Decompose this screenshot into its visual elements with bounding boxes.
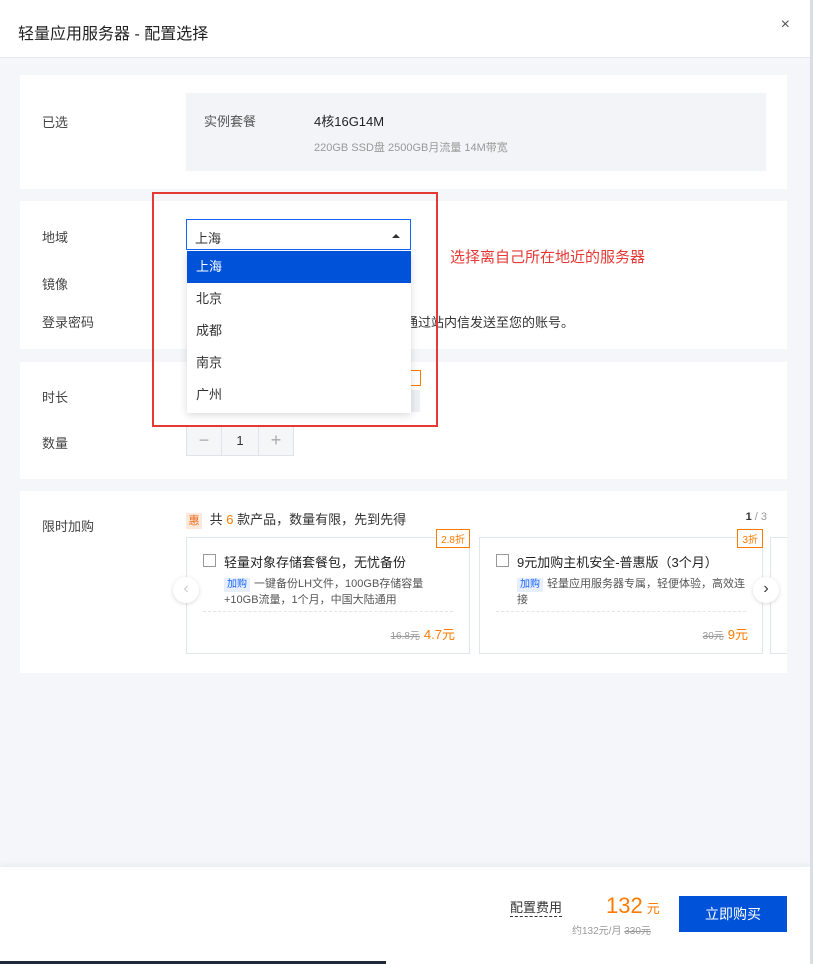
fee-amount: 132 元	[606, 893, 660, 919]
addon-price: 30元 9元	[703, 624, 748, 643]
footer-bar: 配置费用 132 元 约132元/月 330元 立即购买	[0, 867, 810, 964]
password-hint: 后通过站内信发送至您的账号。	[392, 315, 575, 330]
fee-monthly-text: 约132元/月	[572, 926, 622, 937]
selected-label: 已选	[42, 115, 69, 130]
duration-tab-edge	[410, 390, 420, 412]
region-option-nanjing[interactable]: 南京	[187, 347, 411, 379]
addon-new-price: 9元	[727, 627, 748, 642]
selected-key: 实例套餐	[204, 114, 257, 129]
password-label: 登录密码	[42, 315, 95, 330]
selected-detail: 220GB SSD盘 2500GB月流量 14M带宽	[314, 142, 508, 154]
promo-suffix: 款产品，数量有限，先到先得	[237, 512, 407, 527]
promo-tag: 惠	[186, 513, 202, 529]
fee-amount-value: 132	[606, 893, 643, 918]
addon-label: 限时加购	[42, 519, 95, 534]
region-select[interactable]: 上海	[186, 219, 411, 250]
addon-checkbox[interactable]	[496, 554, 509, 567]
addon-old-price: 30元	[702, 631, 724, 642]
discount-badge: 2.8折	[436, 529, 470, 548]
card-divider	[203, 611, 453, 612]
region-option-shanghai[interactable]: 上海	[187, 251, 411, 283]
selected-section: 已选 实例套餐 4核16G14M 220GB SSD盘 2500GB月流量 14…	[20, 75, 787, 189]
close-icon[interactable]: ×	[781, 16, 790, 34]
addon-price: 16.8元 4.7元	[390, 624, 455, 643]
addon-card[interactable]: 2.8折 轻量对象存储套餐包，无忧备份 加购 一键备份LH文件，100GB存储容量…	[186, 529, 470, 654]
promo-count: 6	[226, 512, 234, 527]
selected-value: 4核16G14M	[314, 114, 385, 129]
quantity-minus-button[interactable]: −	[187, 426, 222, 455]
addon-new-price: 4.7元	[423, 627, 455, 642]
addon-old-price: 16.8元	[390, 631, 420, 642]
addon-section: 限时加购 惠 共 6 款产品，数量有限，先到先得 1 / 3 2.8折 轻量对象…	[20, 491, 787, 673]
pager-total: 3	[760, 511, 767, 523]
quantity-label: 数量	[42, 436, 69, 451]
addon-desc-text: 一键备份LH文件，100GB存储容量+10GB流量，1个月，中国大陆通用	[224, 578, 424, 606]
caret-up-icon	[392, 234, 400, 238]
selected-summary: 实例套餐 4核16G14M 220GB SSD盘 2500GB月流量 14M带宽	[186, 93, 766, 171]
quantity-value[interactable]: 1	[222, 426, 258, 455]
fee-label[interactable]: 配置费用	[510, 900, 563, 917]
buy-now-button[interactable]: 立即购买	[679, 896, 787, 932]
image-label: 镜像	[42, 277, 69, 292]
region-option-chengdu[interactable]: 成都	[187, 315, 411, 347]
promo-prefix: 共	[209, 512, 223, 527]
region-dropdown: 上海 北京 成都 南京 广州	[187, 251, 411, 413]
card-divider	[496, 611, 746, 612]
dialog-header: 轻量应用服务器 - 配置选择 ×	[0, 0, 810, 58]
fee-old-price: 330元	[624, 926, 651, 937]
region-option-guangzhou[interactable]: 广州	[187, 379, 411, 411]
quantity-stepper: − 1 +	[186, 425, 294, 456]
annotation-text: 选择离自己所在地近的服务器	[450, 249, 646, 266]
duration-label: 时长	[42, 390, 69, 405]
addon-pager: 1 / 3	[746, 511, 767, 523]
pager-sep: /	[751, 511, 761, 523]
addon-badge: 加购	[224, 578, 250, 592]
chevron-right-icon[interactable]: ›	[753, 577, 779, 603]
addon-promo: 惠 共 6 款产品，数量有限，先到先得	[186, 509, 406, 529]
addon-checkbox[interactable]	[203, 554, 216, 567]
region-option-beijing[interactable]: 北京	[187, 283, 411, 315]
addon-name: 轻量对象存储套餐包，无忧备份	[224, 555, 407, 570]
addon-badge: 加购	[517, 578, 543, 592]
dialog-title: 轻量应用服务器 - 配置选择	[18, 26, 209, 43]
addon-name: 9元加购主机安全-普惠版（3个月）	[517, 555, 718, 570]
addon-card[interactable]: 3折 9元加购主机安全-普惠版（3个月） 加购 轻量应用服务器专属，轻便体验，高效…	[479, 529, 763, 654]
chevron-left-icon[interactable]: ‹	[173, 577, 199, 603]
addon-desc: 加购 一键备份LH文件，100GB存储容量+10GB流量，1个月，中国大陆通用	[224, 576, 456, 608]
region-select-value: 上海	[195, 231, 222, 246]
duration-option-edge[interactable]	[410, 370, 421, 386]
addon-desc-text: 轻量应用服务器专属，轻便体验，高效连接	[517, 578, 745, 606]
quantity-plus-button[interactable]: +	[258, 426, 293, 455]
config-dialog: 轻量应用服务器 - 配置选择 × 已选 实例套餐 4核16G14M 220GB …	[0, 0, 810, 964]
region-label: 地域	[42, 230, 69, 245]
addon-desc: 加购 轻量应用服务器专属，轻便体验，高效连接	[517, 576, 749, 608]
discount-badge: 3折	[737, 529, 763, 548]
fee-amount-unit: 元	[646, 901, 660, 916]
fee-monthly: 约132元/月 330元	[572, 922, 651, 937]
